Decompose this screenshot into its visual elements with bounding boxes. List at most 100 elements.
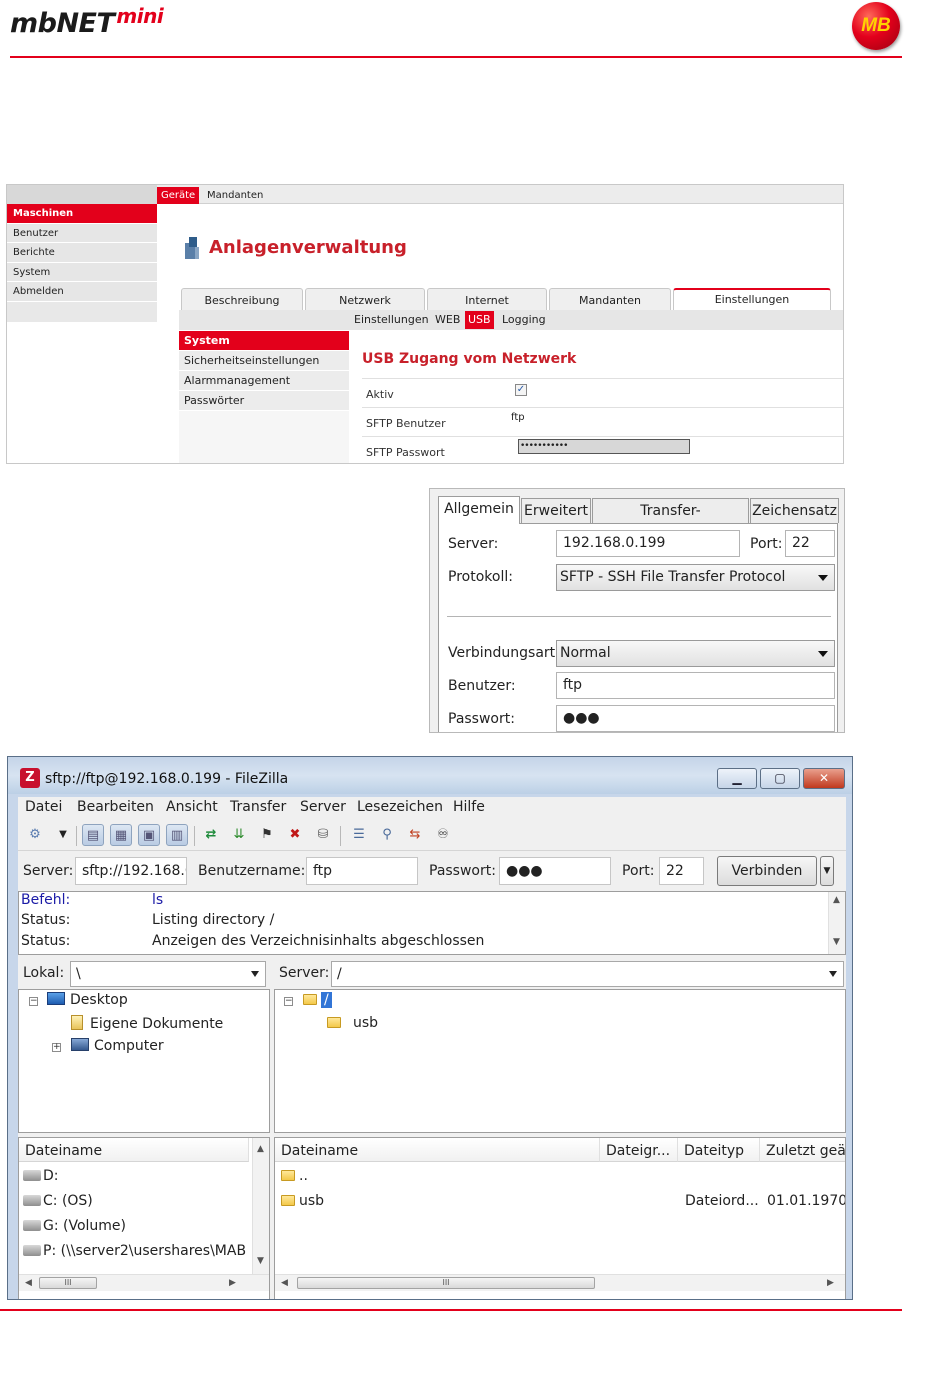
list-item[interactable]: D: — [23, 1168, 59, 1184]
col-dateiname[interactable]: Dateiname — [19, 1138, 249, 1162]
col-dateiname[interactable]: Dateiname — [275, 1138, 600, 1162]
nav-sicherheitseinstellungen[interactable]: Sicherheitseinstellungen — [179, 351, 349, 371]
sidebar-item-abmelden[interactable]: Abmelden — [7, 282, 157, 302]
tab-einstellungen[interactable]: Einstellungen — [673, 288, 831, 310]
menu-server[interactable]: Server — [300, 799, 346, 815]
menu-hilfe[interactable]: Hilfe — [453, 799, 485, 815]
scroll-right-icon[interactable]: ▶ — [827, 1278, 834, 1288]
scroll-up-icon[interactable]: ▲ — [257, 1144, 264, 1154]
expand-icon[interactable]: + — [52, 1043, 61, 1052]
qc-port-input[interactable]: 22 — [659, 857, 704, 885]
connection-type-select[interactable]: Normal — [556, 640, 835, 667]
message-log-icon[interactable]: ▤ — [82, 824, 104, 846]
local-hscrollbar[interactable]: ◀ III ▶ — [19, 1274, 269, 1291]
subtab-web[interactable]: WEB — [432, 311, 463, 329]
menu-datei[interactable]: Datei — [25, 799, 62, 815]
local-path-combo[interactable]: \ — [70, 961, 266, 987]
table-row[interactable]: usb Dateiord... 01.01.1970 — [281, 1193, 845, 1209]
remote-tree-icon[interactable]: ▣ — [138, 824, 160, 846]
user-input[interactable]: ftp — [556, 672, 835, 699]
process-queue-icon[interactable]: ⇊ — [228, 824, 250, 846]
tab-geraete[interactable]: Geräte — [157, 187, 200, 204]
scroll-down-icon[interactable]: ▼ — [833, 937, 840, 947]
tab-erweitert[interactable]: Erweitert — [521, 498, 591, 523]
scroll-up-icon[interactable]: ▲ — [833, 895, 840, 905]
file-date: 01.01.1970 — [767, 1193, 846, 1209]
tab-transfer-einstellungen[interactable]: Transfer-Einstellungen — [592, 498, 749, 543]
disconnect-icon[interactable]: ⛁ — [312, 824, 334, 846]
subtab-logging[interactable]: Logging — [499, 311, 549, 329]
nav-passwoerter[interactable]: Passwörter — [179, 391, 349, 411]
site-manager-icon[interactable]: ⚙ — [24, 824, 46, 846]
menu-ansicht[interactable]: Ansicht — [166, 799, 218, 815]
log-scrollbar[interactable]: ▲ ▼ — [828, 892, 845, 954]
sidebar-item-berichte[interactable]: Berichte — [7, 243, 157, 263]
list-item[interactable]: G: (Volume) — [23, 1218, 126, 1234]
close-button[interactable]: ✕ — [803, 768, 845, 789]
tree-item-desktop[interactable]: Desktop — [47, 992, 128, 1008]
qc-server-input[interactable]: sftp://192.168.0 — [75, 857, 187, 885]
compare-icon[interactable]: ⚲ — [376, 824, 398, 846]
scroll-left-icon[interactable]: ◀ — [25, 1278, 32, 1288]
col-zuletzt-geaendert[interactable]: Zuletzt geä — [760, 1138, 845, 1162]
tab-mandanten-main[interactable]: Mandanten — [549, 288, 671, 310]
menu-bearbeiten[interactable]: Bearbeiten — [77, 799, 154, 815]
scroll-down-icon[interactable]: ▼ — [257, 1256, 264, 1266]
menu-transfer[interactable]: Transfer — [230, 799, 286, 815]
flag-icon[interactable]: ⚑ — [256, 824, 278, 846]
server-input[interactable]: 192.168.0.199 — [556, 530, 740, 557]
qc-password-input[interactable]: ●●● — [499, 857, 611, 885]
qc-user-input[interactable]: ftp — [306, 857, 418, 885]
chevron-down-icon[interactable]: ▼ — [52, 824, 74, 846]
minimize-button[interactable]: ▁ — [717, 768, 757, 789]
maximize-button[interactable]: ▢ — [760, 768, 800, 789]
collapse-icon[interactable]: − — [29, 997, 38, 1006]
sidebar-item-benutzer[interactable]: Benutzer — [7, 223, 157, 243]
remote-path-combo[interactable]: / — [331, 961, 844, 987]
filter-icon[interactable]: ☰ — [348, 824, 370, 846]
sidebar-item-system[interactable]: System — [7, 262, 157, 282]
password-input[interactable]: ●●● — [556, 705, 835, 732]
connect-button[interactable]: Verbinden — [717, 856, 817, 886]
queue-icon[interactable]: ▥ — [166, 824, 188, 846]
nav-alarmmanagement[interactable]: Alarmmanagement — [179, 371, 349, 391]
tree-item-documents[interactable]: Eigene Dokumente — [71, 1015, 223, 1032]
scroll-thumb[interactable]: III — [39, 1277, 97, 1289]
sync-browse-icon[interactable]: ⇆ — [404, 824, 426, 846]
aktiv-checkbox[interactable]: ✓ — [515, 384, 527, 396]
subtab-einstellungen[interactable]: Einstellungen — [351, 311, 432, 329]
tab-zeichensatz[interactable]: Zeichensatz — [750, 498, 839, 523]
tab-mandanten[interactable]: Mandanten — [203, 187, 267, 204]
scroll-right-icon[interactable]: ▶ — [229, 1278, 236, 1288]
list-item[interactable]: P: (\\server2\usershares\MAB — [23, 1243, 246, 1259]
sftp-password-field[interactable]: ••••••••••• — [518, 439, 690, 454]
col-dateigroesse[interactable]: Dateigr... — [600, 1138, 678, 1162]
subtab-usb[interactable]: USB — [465, 311, 494, 329]
protocol-select[interactable]: SFTP - SSH File Transfer Protocol — [556, 564, 835, 591]
local-vscrollbar[interactable]: ▲ ▼ — [252, 1138, 269, 1274]
tree-item-usb[interactable]: usb — [327, 1015, 378, 1031]
table-row[interactable]: .. — [281, 1168, 308, 1184]
tab-allgemein[interactable]: Allgemein — [438, 496, 520, 524]
tree-item-root[interactable]: / — [303, 992, 332, 1008]
cancel-icon[interactable]: ✖ — [284, 824, 306, 846]
refresh-icon[interactable]: ⇄ — [200, 824, 222, 846]
sftp-user-value[interactable]: ftp — [511, 412, 525, 423]
connect-history-dropdown[interactable]: ▼ — [820, 856, 834, 886]
tab-internet[interactable]: Internet — [427, 288, 547, 310]
local-tree-icon[interactable]: ▦ — [110, 824, 132, 846]
tab-netzwerk[interactable]: Netzwerk — [305, 288, 425, 310]
sidebar-item-maschinen[interactable]: Maschinen — [7, 204, 157, 224]
scroll-left-icon[interactable]: ◀ — [281, 1278, 288, 1288]
nav-system[interactable]: System — [179, 331, 349, 351]
collapse-icon[interactable]: − — [284, 997, 293, 1006]
scroll-thumb[interactable]: III — [297, 1277, 595, 1289]
tree-item-computer[interactable]: Computer — [71, 1038, 164, 1054]
menu-lesezeichen[interactable]: Lesezeichen — [357, 799, 443, 815]
tab-beschreibung[interactable]: Beschreibung — [181, 288, 303, 310]
binoculars-icon[interactable]: ♾ — [432, 824, 454, 846]
port-input[interactable]: 22 — [785, 530, 835, 557]
col-dateityp[interactable]: Dateityp — [678, 1138, 760, 1162]
remote-hscrollbar[interactable]: ◀ III ▶ — [275, 1274, 845, 1291]
list-item[interactable]: C: (OS) — [23, 1193, 93, 1209]
